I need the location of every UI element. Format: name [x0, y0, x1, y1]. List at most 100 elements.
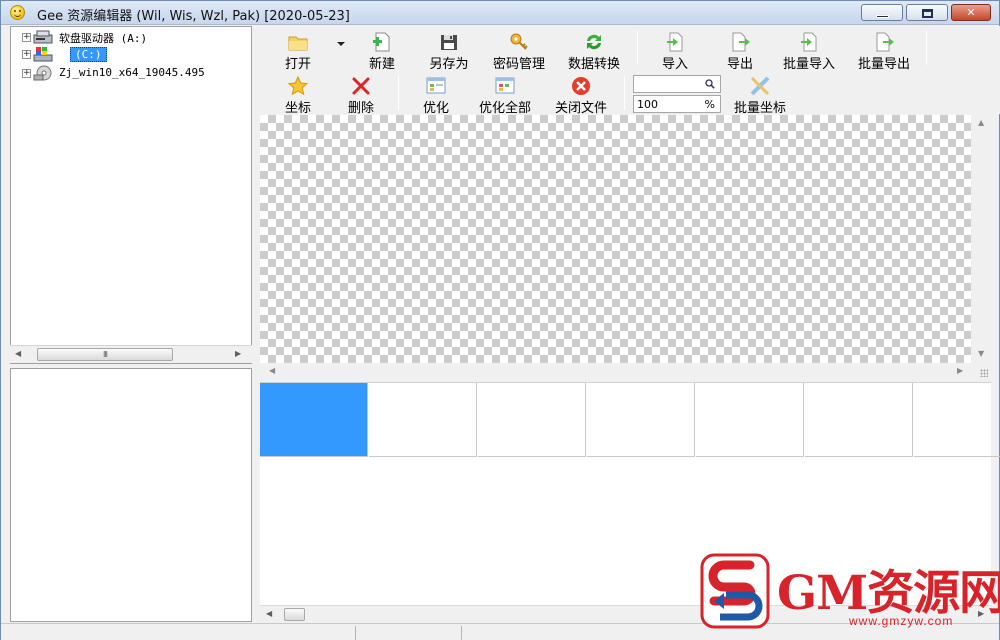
zoom-input[interactable]: 100 % — [633, 95, 721, 113]
import-icon — [667, 32, 683, 52]
open-button[interactable]: 打开 — [262, 29, 334, 72]
new-label: 新建 — [368, 57, 395, 72]
convert-icon — [587, 34, 601, 50]
canvas-vertical-scrollbar[interactable]: ▲ ▼ — [971, 115, 991, 363]
key-icon — [510, 33, 528, 50]
batch-export-label: 批量导出 — [857, 57, 910, 72]
batch-import-button[interactable]: 批量导入 — [773, 29, 845, 72]
new-file-icon — [373, 32, 390, 52]
title-bar[interactable]: Gee 资源编辑器 (Wil, Wis, Wzl, Pak) [2020-05-… — [1, 1, 999, 25]
close-file-button[interactable]: 关闭文件 — [545, 73, 617, 116]
delete-icon — [352, 77, 370, 95]
data-convert-button[interactable]: 数据转换 — [558, 29, 630, 72]
scroll-left-arrow-icon[interactable]: ◀ — [15, 349, 21, 358]
optimize-all-button[interactable]: 优化全部 — [469, 73, 541, 116]
close-button[interactable]: ✕ — [951, 4, 991, 21]
new-button[interactable]: 新建 — [346, 29, 418, 72]
delete-button[interactable]: 删除 — [325, 73, 397, 116]
batch-coordinates-label: 批量坐标 — [733, 101, 786, 116]
chevron-down-icon[interactable] — [337, 42, 345, 46]
tree-item-label-selected: (C:) — [70, 47, 107, 62]
batch-coordinates-icon — [750, 76, 770, 96]
frame-thumbnail[interactable] — [587, 383, 695, 457]
scroll-up-arrow-icon[interactable]: ▲ — [978, 118, 984, 127]
batch-export-button[interactable]: 批量导出 — [848, 29, 920, 72]
optimize-all-icon — [495, 77, 515, 94]
expand-icon[interactable]: + — [22, 50, 31, 59]
optimize-all-label: 优化全部 — [478, 101, 531, 116]
status-divider — [461, 626, 462, 640]
scroll-thumb[interactable] — [284, 608, 305, 621]
close-icon: ✕ — [966, 6, 976, 19]
window-title: Gee 资源编辑器 (Wil, Wis, Wzl, Pak) [2020-05-… — [37, 9, 350, 24]
folder-tree[interactable]: + 软盘驱动器 (A:) + (C:) + Zj_win10_x64_19045… — [10, 26, 252, 364]
batch-coordinates-button[interactable]: 批量坐标 — [724, 73, 796, 116]
open-label: 打开 — [284, 57, 311, 72]
optimize-button[interactable]: 优化 — [400, 73, 472, 116]
save-as-button[interactable]: 另存为 — [413, 29, 485, 72]
windows-drive-icon — [33, 47, 53, 62]
tree-horizontal-scrollbar[interactable]: ◀ III ▶ — [10, 345, 252, 363]
scroll-right-arrow-icon[interactable]: ▶ — [957, 366, 963, 375]
zoom-unit: % — [704, 98, 715, 111]
close-file-icon — [572, 77, 590, 95]
watermark-brand-text: GM资源网 — [777, 566, 1000, 621]
batch-import-icon — [801, 32, 817, 52]
expand-icon[interactable]: + — [22, 33, 31, 42]
frame-thumbnail-selected[interactable] — [260, 383, 368, 457]
scroll-left-arrow-icon[interactable]: ◀ — [269, 366, 275, 375]
resize-grip-icon[interactable] — [980, 369, 988, 377]
save-as-icon — [441, 35, 457, 50]
export-label: 导出 — [726, 57, 753, 72]
save-as-label: 另存为 — [429, 57, 469, 72]
toolbar-separator — [624, 76, 625, 110]
minimize-button[interactable] — [861, 4, 903, 21]
tree-item-label: 软盘驱动器 (A:) — [59, 32, 148, 45]
scroll-down-arrow-icon[interactable]: ▼ — [978, 349, 984, 358]
toolbar-separator — [398, 76, 399, 110]
frame-thumbnail[interactable] — [369, 383, 477, 457]
minimize-icon — [876, 15, 889, 18]
maximize-button[interactable] — [906, 4, 948, 21]
floppy-drive-icon — [33, 30, 53, 44]
search-icon — [705, 79, 715, 89]
zoom-value: 100 — [637, 98, 658, 111]
optimize-icon — [426, 77, 446, 94]
toolbar-separator — [637, 31, 638, 65]
toolbar: 打开 新建 另存为 密码管理 数据转换 导入 导出 批量导入 批量导出 坐标 删… — [260, 26, 1000, 116]
frame-thumbnail[interactable] — [696, 383, 804, 457]
maximize-icon — [922, 9, 933, 18]
frame-thumbnail[interactable] — [914, 383, 1000, 457]
frame-thumbnail[interactable] — [805, 383, 913, 457]
delete-label: 删除 — [347, 101, 374, 116]
toolbar-separator — [926, 31, 927, 65]
expand-icon[interactable]: + — [22, 69, 31, 78]
status-divider — [355, 626, 356, 640]
scroll-thumb[interactable]: III — [37, 348, 173, 361]
batch-import-label: 批量导入 — [782, 57, 835, 72]
optimize-label: 优化 — [422, 101, 449, 116]
import-label: 导入 — [661, 57, 688, 72]
coordinates-label: 坐标 — [284, 101, 311, 116]
star-icon — [287, 75, 309, 96]
image-preview-canvas[interactable] — [260, 115, 971, 363]
search-input[interactable] — [633, 75, 721, 93]
watermark-url: www.gmzyw.com — [849, 614, 954, 628]
canvas-horizontal-scrollbar[interactable]: ◀ ▶ — [260, 363, 991, 381]
scroll-right-arrow-icon[interactable]: ▶ — [235, 349, 241, 358]
gm-watermark-logo — [700, 553, 770, 629]
frame-thumbnail[interactable] — [478, 383, 586, 457]
coordinates-button[interactable]: 坐标 — [262, 73, 334, 116]
export-button[interactable]: 导出 — [704, 29, 776, 72]
close-file-label: 关闭文件 — [554, 101, 607, 116]
smiley-app-icon — [10, 5, 25, 20]
export-icon — [732, 32, 750, 52]
scroll-left-arrow-icon[interactable]: ◀ — [266, 609, 272, 618]
optical-drive-icon — [33, 65, 52, 81]
batch-export-icon — [876, 32, 894, 52]
password-manager-button[interactable]: 密码管理 — [483, 29, 555, 72]
app-window: Gee 资源编辑器 (Wil, Wis, Wzl, Pak) [2020-05-… — [0, 0, 1000, 640]
grip-icon: III — [102, 350, 108, 359]
file-list-pane[interactable] — [10, 368, 252, 622]
import-button[interactable]: 导入 — [639, 29, 711, 72]
